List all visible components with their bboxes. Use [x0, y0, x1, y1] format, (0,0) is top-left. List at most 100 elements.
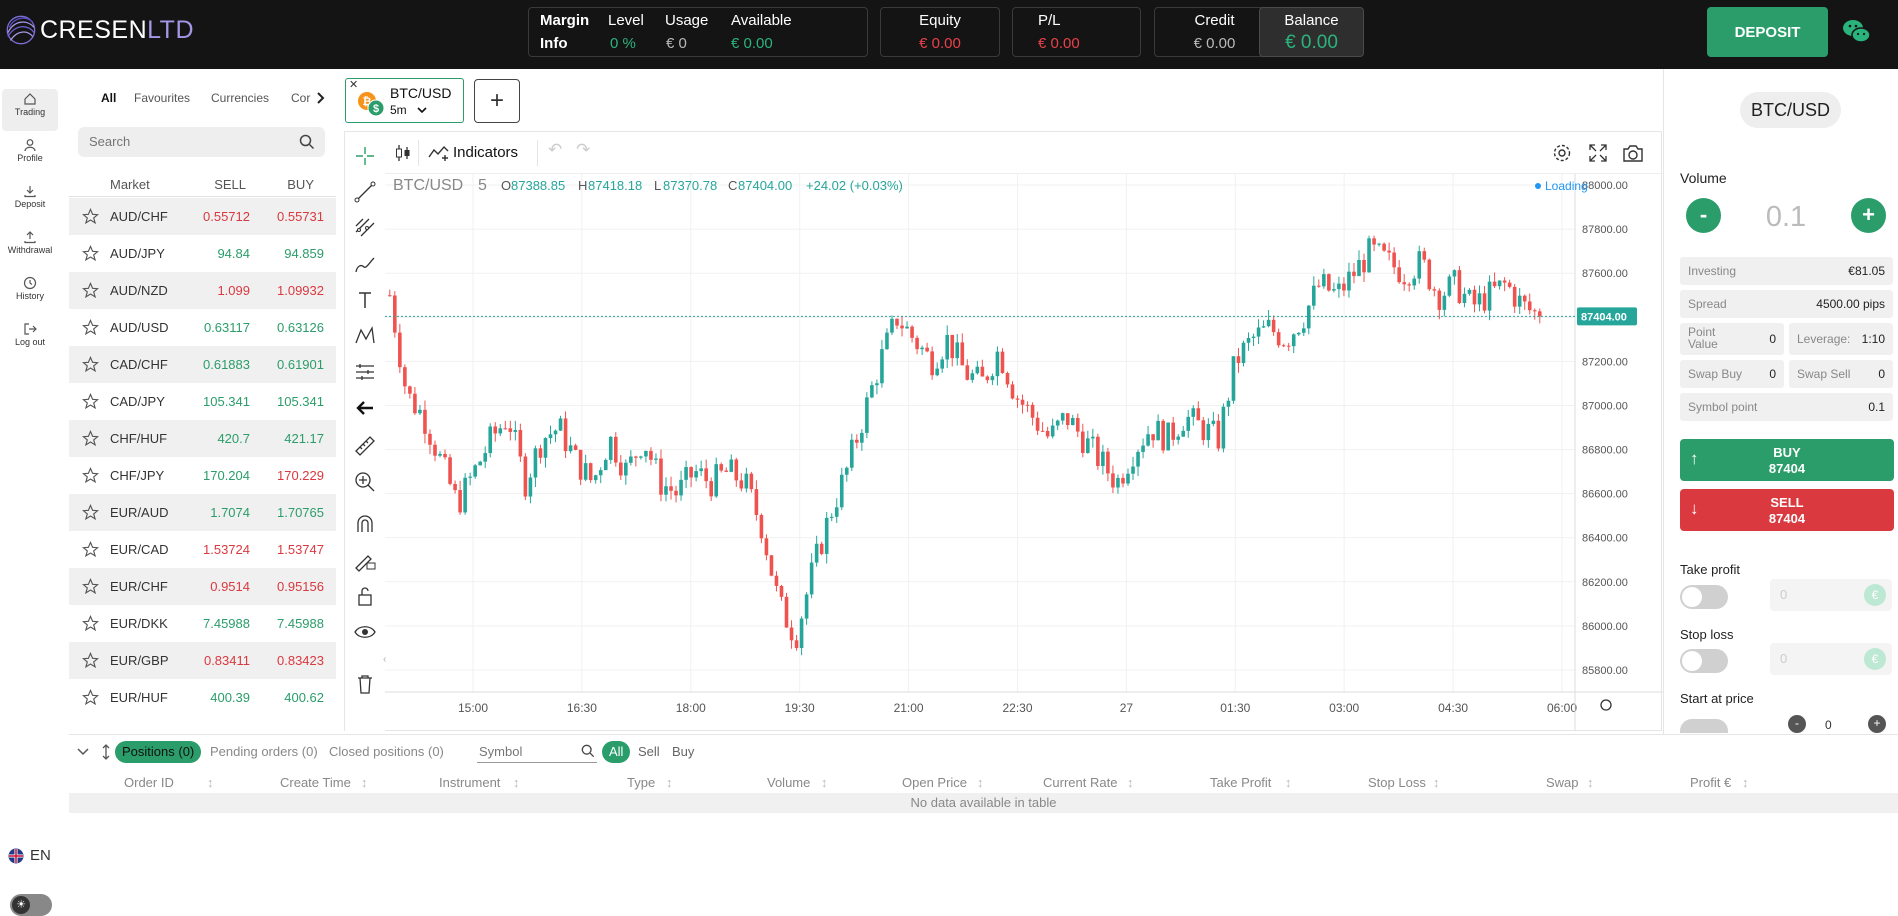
undo-icon[interactable]: ↶ [548, 140, 562, 160]
tab-closed-positions[interactable]: Closed positions (0) [322, 741, 451, 763]
market-row[interactable]: EUR/CAD 1.53724 1.53747 [69, 531, 336, 568]
tab-currencies[interactable]: Currencies [211, 91, 269, 105]
star-icon[interactable] [82, 282, 99, 299]
market-buy[interactable]: 7.45988 [277, 616, 324, 631]
star-icon[interactable] [82, 689, 99, 706]
market-buy[interactable]: 1.70765 [277, 505, 324, 520]
eye-icon[interactable] [353, 620, 377, 644]
market-row[interactable]: AUD/CHF 0.55712 0.55731 [69, 198, 336, 235]
take-profit-toggle[interactable] [1680, 585, 1728, 609]
settings-icon[interactable] [1552, 143, 1572, 163]
filter-buy[interactable]: Buy [665, 741, 701, 763]
col-instrument[interactable]: Instrument [439, 775, 500, 790]
market-row[interactable]: AUD/USD 0.63117 0.63126 [69, 309, 336, 346]
market-row[interactable]: EUR/AUD 1.7074 1.70765 [69, 494, 336, 531]
market-sell[interactable]: 1.53724 [203, 542, 250, 557]
nav-logout[interactable]: Log out [2, 319, 58, 361]
market-sell[interactable]: 0.9514 [210, 579, 250, 594]
nav-profile[interactable]: Profile [2, 135, 58, 177]
nav-trading[interactable]: Trading [2, 89, 58, 131]
stop-loss-input[interactable]: 0 € [1770, 643, 1892, 675]
price-chart[interactable]: 88000.0087800.0087600.0087400.0087200.00… [385, 174, 1663, 731]
market-sell[interactable]: 7.45988 [203, 616, 250, 631]
nav-deposit[interactable]: Deposit [2, 181, 58, 223]
market-row[interactable]: CHF/JPY 170.204 170.229 [69, 457, 336, 494]
market-sell[interactable]: 1.099 [217, 283, 250, 298]
start-price-decrease-button[interactable]: - [1788, 715, 1806, 733]
market-row[interactable]: EUR/HUF 400.39 400.62 [69, 679, 336, 716]
indicators-button[interactable]: Indicators [453, 144, 518, 161]
col-swap[interactable]: Swap [1546, 775, 1579, 790]
market-row[interactable]: CAD/CHF 0.61883 0.61901 [69, 346, 336, 383]
brush-icon[interactable] [353, 252, 377, 276]
market-sell[interactable]: 0.63117 [204, 320, 250, 335]
trend-line-icon[interactable] [353, 180, 377, 204]
market-buy[interactable]: 400.62 [284, 690, 324, 705]
market-row[interactable]: EUR/GBP 0.83411 0.83423 [69, 642, 336, 679]
star-icon[interactable] [82, 578, 99, 595]
col-take-profit[interactable]: Take Profit [1210, 775, 1271, 790]
start-price-toggle[interactable] [1680, 719, 1728, 733]
candles-icon[interactable] [393, 143, 413, 163]
symbol-tab[interactable]: ✕ ₿ $ BTC/USD 5m [345, 78, 464, 123]
indicators-icon[interactable] [428, 143, 450, 163]
close-tab-icon[interactable]: ✕ [349, 78, 358, 91]
market-sell[interactable]: 105.341 [203, 394, 250, 409]
pattern-icon[interactable] [353, 324, 377, 348]
star-icon[interactable] [82, 541, 99, 558]
market-buy[interactable]: 1.53747 [277, 542, 324, 557]
logo[interactable]: CRESENLTD [4, 5, 194, 55]
symbol-filter-input[interactable] [479, 744, 574, 759]
tab-pending-orders[interactable]: Pending orders (0) [203, 741, 325, 763]
crosshair-icon[interactable] [353, 144, 377, 168]
star-icon[interactable] [82, 245, 99, 262]
star-icon[interactable] [82, 208, 99, 225]
take-profit-input[interactable]: 0 € [1770, 579, 1892, 611]
market-buy[interactable]: 170.229 [277, 468, 324, 483]
stop-loss-toggle[interactable] [1680, 649, 1728, 673]
fib-icon[interactable] [353, 216, 377, 240]
tab-all[interactable]: All [101, 91, 116, 105]
col-order-id[interactable]: Order ID [124, 775, 174, 790]
market-row[interactable]: CHF/HUF 420.7 421.17 [69, 420, 336, 457]
filter-all[interactable]: All [602, 741, 631, 763]
search-icon[interactable] [299, 134, 315, 150]
chevron-right-icon[interactable] [316, 91, 326, 105]
zoom-in-icon[interactable] [353, 470, 377, 494]
language-selector[interactable]: EN [8, 847, 51, 864]
magnet-icon[interactable] [353, 512, 377, 536]
chevron-down-icon[interactable] [77, 748, 89, 756]
add-tab-button[interactable]: + [474, 79, 520, 123]
tab-positions[interactable]: Positions (0) [115, 741, 202, 763]
tab-favourites[interactable]: Favourites [134, 91, 190, 105]
market-buy[interactable]: 0.95156 [277, 579, 324, 594]
prediction-icon[interactable] [353, 360, 377, 384]
buy-button[interactable]: ↑ BUY 87404 [1680, 439, 1894, 481]
market-sell[interactable]: 0.61883 [203, 357, 250, 372]
lock-drawing-icon[interactable] [353, 548, 377, 572]
camera-icon[interactable] [1622, 143, 1644, 163]
star-icon[interactable] [82, 393, 99, 410]
market-buy[interactable]: 421.17 [284, 431, 324, 446]
col-stop-loss[interactable]: Stop Loss [1368, 775, 1426, 790]
market-row[interactable]: EUR/CHF 0.9514 0.95156 [69, 568, 336, 605]
market-row[interactable]: CAD/JPY 105.341 105.341 [69, 383, 336, 420]
redo-icon[interactable]: ↷ [576, 140, 590, 160]
col-volume[interactable]: Volume [767, 775, 810, 790]
col-create-time[interactable]: Create Time [280, 775, 351, 790]
nav-withdrawal[interactable]: Withdrawal [2, 227, 58, 269]
star-icon[interactable] [82, 356, 99, 373]
star-icon[interactable] [82, 652, 99, 669]
market-buy[interactable]: 94.859 [284, 246, 324, 261]
market-row[interactable]: AUD/NZD 1.099 1.09932 [69, 272, 336, 309]
col-open-price[interactable]: Open Price [902, 775, 967, 790]
unlock-icon[interactable] [353, 584, 377, 608]
col-current-rate[interactable]: Current Rate [1043, 775, 1117, 790]
star-icon[interactable] [82, 504, 99, 521]
collapse-toolbar-icon[interactable]: ‹ [383, 654, 386, 665]
resize-icon[interactable] [101, 744, 111, 760]
market-buy[interactable]: 0.55731 [277, 209, 324, 224]
deposit-button[interactable]: DEPOSIT [1707, 7, 1828, 57]
market-buy[interactable]: 1.09932 [277, 283, 324, 298]
market-sell[interactable]: 420.7 [217, 431, 250, 446]
